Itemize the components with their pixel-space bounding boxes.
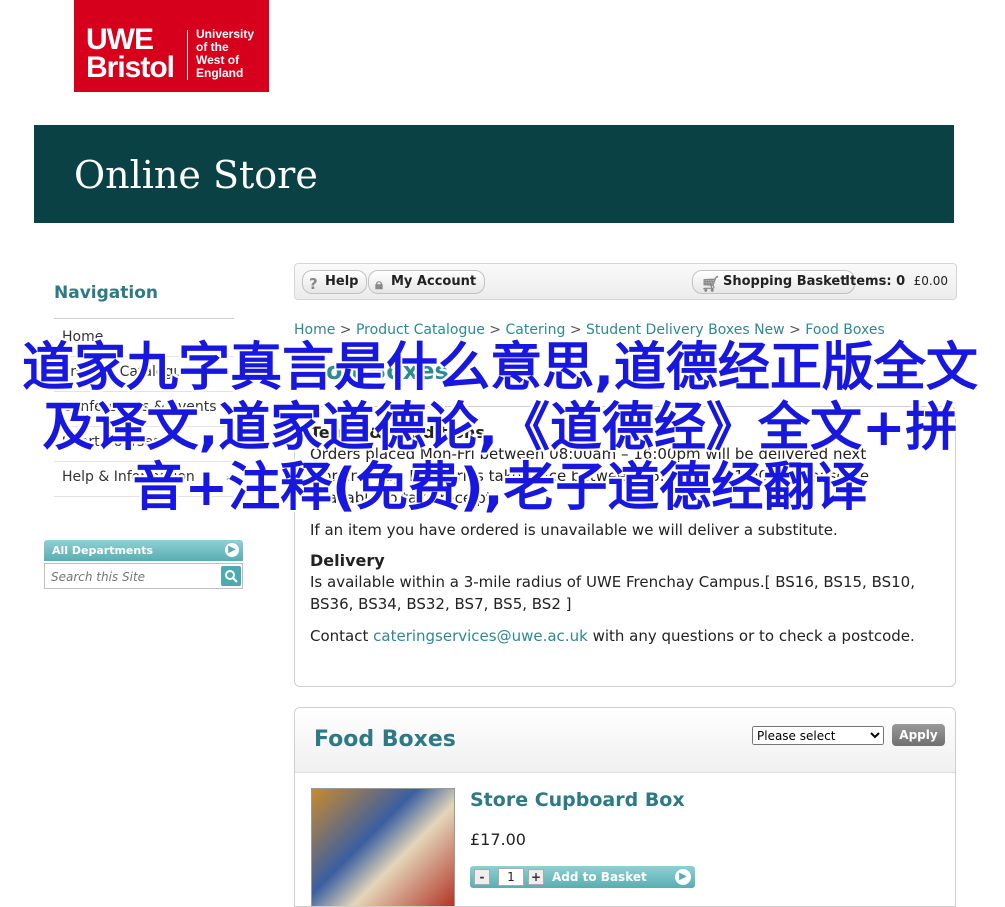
logo-divider <box>187 30 188 80</box>
breadcrumb: Home > Product Catalogue > Catering > St… <box>294 321 885 339</box>
sidebar-item-help[interactable]: Help & Information › <box>54 462 234 497</box>
arrow-right-icon: ▶ <box>675 869 691 885</box>
info-box: Terms & Conditions Orders placed Mon-Fri… <box>294 406 956 687</box>
logo-sub-1: University <box>196 27 255 41</box>
arrow-right-icon: ▶ <box>225 543 239 557</box>
terms-text: Orders placed Mon-Fri between 08:00am – … <box>310 445 870 507</box>
my-account-label: My Account <box>391 274 477 289</box>
navigation-heading: Navigation <box>54 283 158 303</box>
sidebar-item-conferences[interactable]: Conferences & Events › <box>54 392 234 427</box>
chevron-right-icon: › <box>225 471 230 484</box>
sort-select[interactable]: Please select <box>752 726 884 745</box>
contact-email-link[interactable]: cateringservices@uwe.ac.uk <box>373 627 588 645</box>
quantity-increase-button[interactable]: + <box>528 869 544 885</box>
store-toolbar: ? Help 🔒︎ My Account 🛒︎ Shopping Basket … <box>294 263 957 300</box>
breadcrumb-student-delivery[interactable]: Student Delivery Boxes New <box>586 322 785 338</box>
breadcrumb-separator: > <box>339 322 352 338</box>
product-price: £17.00 <box>470 830 526 849</box>
sidebar-item-label: Home <box>62 329 104 345</box>
help-label: Help <box>325 274 359 289</box>
apply-button[interactable]: Apply <box>892 724 945 746</box>
delivery-text: Is available within a 3-mile radius of U… <box>310 573 915 613</box>
navigation-list: Home Product Catalogue › Conferences & Ev… <box>54 322 234 497</box>
page-title: Food Boxes <box>294 357 449 385</box>
quantity-decrease-button[interactable]: - <box>474 869 490 885</box>
add-to-basket-bar: - 1 + Add to Basket ▶ <box>470 866 695 888</box>
items-label: Items: <box>845 274 892 289</box>
breadcrumb-separator: > <box>569 322 582 338</box>
items-amount: £0.00 <box>913 274 948 288</box>
contact-prefix: Contact <box>310 627 369 645</box>
search-input[interactable] <box>49 567 218 587</box>
logo-sub-2: of the <box>196 40 229 54</box>
chevron-right-icon: › <box>225 401 230 414</box>
breadcrumb-separator: > <box>789 322 801 338</box>
sidebar-item-label: Short Courses <box>62 434 161 450</box>
shopping-basket-button[interactable]: 🛒︎ Shopping Basket <box>692 270 856 294</box>
substitute-text: If an item you have ordered is unavailab… <box>310 521 838 539</box>
contact-text: Contact cateringservices@uwe.ac.uk with … <box>310 625 930 647</box>
breadcrumb-product-catalogue[interactable]: Product Catalogue <box>356 322 485 338</box>
logo-brand-line2: Bristol <box>86 51 175 84</box>
all-departments-label: All Departments <box>52 544 154 557</box>
sidebar-item-label: Product Catalogue <box>62 364 191 380</box>
contact-suffix: with any questions or to check a postcod… <box>592 627 915 645</box>
logo-brand: UWE Bristol <box>86 25 175 84</box>
search-icon <box>225 570 238 583</box>
basket-summary: Items: 0 £0.00 <box>845 273 948 290</box>
shopping-basket-label: Shopping Basket <box>723 274 847 289</box>
breadcrumb-catering[interactable]: Catering <box>505 322 565 338</box>
help-button[interactable]: ? Help <box>302 270 368 294</box>
breadcrumb-home[interactable]: Home <box>294 322 335 338</box>
product-name-link[interactable]: Store Cupboard Box <box>470 788 685 812</box>
logo-university-text: University of the West of England <box>196 28 254 80</box>
sidebar-item-product-catalogue[interactable]: Product Catalogue › <box>54 357 234 392</box>
store-banner: Online Store <box>34 125 954 223</box>
items-count: 0 <box>896 274 906 289</box>
product-image[interactable] <box>311 788 455 906</box>
product-panel-title: Food Boxes <box>314 727 456 752</box>
navigation-divider <box>54 318 234 319</box>
sidebar-item-label: Help & Information <box>62 469 195 485</box>
terms-heading: Terms & Conditions <box>310 423 485 442</box>
sidebar-item-label: Conferences & Events <box>62 399 217 415</box>
breadcrumb-food-boxes[interactable]: Food Boxes <box>805 322 885 338</box>
question-icon: ? <box>309 275 318 293</box>
my-account-button[interactable]: 🔒︎ My Account <box>368 270 486 294</box>
product-panel: Food Boxes Please select Apply Store Cup… <box>294 707 956 907</box>
product-panel-header: Food Boxes Please select Apply <box>295 708 955 773</box>
quantity-input[interactable]: 1 <box>498 868 524 886</box>
breadcrumb-separator: > <box>489 322 502 338</box>
add-to-basket-button[interactable]: Add to Basket <box>552 866 647 888</box>
all-departments-dropdown[interactable]: All Departments ▶ <box>44 540 243 561</box>
search-button[interactable] <box>221 566 241 586</box>
logo-sub-3: West of <box>196 53 240 67</box>
lock-icon: 🔒︎ <box>375 275 383 293</box>
site-search <box>44 563 243 589</box>
basket-icon: 🛒︎ <box>701 275 721 293</box>
uwe-logo[interactable]: UWE Bristol University of the West of En… <box>74 0 269 92</box>
sidebar-item-short-courses[interactable]: Short Courses › <box>54 427 234 462</box>
chevron-right-icon: › <box>225 436 230 449</box>
sidebar-item-home[interactable]: Home <box>54 322 234 357</box>
logo-sub-4: England <box>196 66 244 80</box>
chevron-right-icon: › <box>225 366 230 379</box>
delivery-heading: Delivery <box>310 551 385 570</box>
store-title: Online Store <box>74 153 318 197</box>
